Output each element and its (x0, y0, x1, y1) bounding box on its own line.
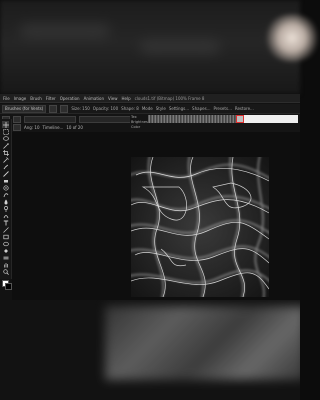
texture-labels: Tex Brightness Color (131, 115, 150, 129)
menu-help[interactable]: Help (122, 96, 131, 101)
texture-swatch-strip[interactable] (148, 115, 298, 123)
color-label: Color (131, 125, 141, 129)
select-icon[interactable] (2, 128, 9, 135)
lasso-icon[interactable] (2, 135, 9, 142)
blank-texture-area[interactable] (244, 115, 298, 123)
clone-icon[interactable] (2, 184, 9, 191)
blur-smear (20, 24, 110, 38)
eyedropper-icon[interactable] (2, 156, 9, 163)
brightness-label: Brightness (131, 120, 150, 124)
step-button[interactable] (13, 124, 21, 131)
crop-icon[interactable] (2, 149, 9, 156)
wand-icon[interactable] (2, 142, 9, 149)
texture-panel: Tex Brightness Color (130, 114, 300, 132)
menu-bar: File Image Brush Filter Operation Animat… (0, 94, 300, 103)
canvas-image[interactable] (131, 157, 269, 297)
menu-operation[interactable]: Operation (60, 96, 80, 101)
gradient-icon[interactable] (2, 254, 9, 261)
brush-icon[interactable] (2, 163, 9, 170)
settings-button[interactable]: Settings... (169, 106, 189, 111)
rect-icon[interactable] (2, 233, 9, 240)
document-title: clouds1.tif (Bitmap) 100% Frame 8 (134, 95, 205, 101)
timeline-button[interactable]: Timeline... (43, 125, 64, 130)
restore-button[interactable]: Restore... (235, 106, 254, 111)
eraser-icon[interactable] (2, 177, 9, 184)
menu-view[interactable]: View (108, 96, 118, 101)
brush-toolbar: Brushes (for Vents) Size: 150 Opacity: 1… (0, 104, 300, 114)
tool-palette (0, 119, 12, 279)
menu-animation[interactable]: Animation (84, 96, 104, 101)
move-icon[interactable] (2, 121, 9, 128)
brush-preview[interactable] (49, 104, 58, 113)
background-color-swatch[interactable] (5, 283, 12, 290)
style-label[interactable]: Style (156, 106, 166, 111)
options-bar: Ang: 10 Timeline... 10 of 20 (0, 114, 131, 132)
angle-label[interactable]: Ang: 10 (24, 125, 40, 130)
option-toggle[interactable] (13, 116, 21, 123)
brush-size-label[interactable]: Size: 150 (71, 106, 89, 111)
menu-brush[interactable]: Brush (30, 96, 42, 101)
blurred-texture (105, 306, 300, 380)
smudge-icon[interactable] (2, 191, 9, 198)
paint-application-window: File Image Brush Filter Operation Animat… (0, 94, 300, 300)
options-row-bottom: Ang: 10 Timeline... 10 of 20 (2, 124, 83, 131)
dodge-icon[interactable] (2, 205, 9, 212)
burn-icon[interactable] (2, 212, 9, 219)
blurred-background-top (0, 0, 320, 94)
fill-icon[interactable] (2, 247, 9, 254)
shape-label[interactable]: Shape: 8 (121, 106, 139, 111)
blurred-background-bottom (0, 300, 300, 400)
frames-counter: 10 of 20 (66, 125, 83, 130)
menu-file[interactable]: File (3, 96, 10, 101)
menu-image[interactable]: Image (14, 96, 27, 101)
options-row-top (2, 116, 131, 123)
ellipse-icon[interactable] (2, 240, 9, 247)
light-glow (262, 14, 320, 62)
options-slider[interactable] (79, 116, 131, 123)
presets-button[interactable]: Presets... (213, 106, 231, 111)
opacity-label[interactable]: Opacity: 100 (93, 106, 118, 111)
pencil-icon[interactable] (2, 170, 9, 177)
shapes-button[interactable]: Shapes... (192, 106, 210, 111)
zoom-icon[interactable] (2, 268, 9, 275)
selected-texture-swatch[interactable] (236, 115, 244, 123)
caustics-texture (131, 157, 269, 297)
brush-category-select[interactable]: Brushes (for Vents) (2, 104, 47, 113)
canvas-area[interactable] (12, 132, 300, 300)
options-slider[interactable] (24, 116, 76, 123)
blur-icon[interactable] (2, 198, 9, 205)
menu-filter[interactable]: Filter (46, 96, 56, 101)
text-icon[interactable] (2, 219, 9, 226)
line-icon[interactable] (2, 226, 9, 233)
brush-preview-alt[interactable] (60, 104, 69, 113)
mode-label[interactable]: Mode (142, 106, 153, 111)
texture-label: Tex (131, 115, 137, 119)
hand-icon[interactable] (2, 261, 9, 268)
blur-smear (140, 40, 220, 54)
